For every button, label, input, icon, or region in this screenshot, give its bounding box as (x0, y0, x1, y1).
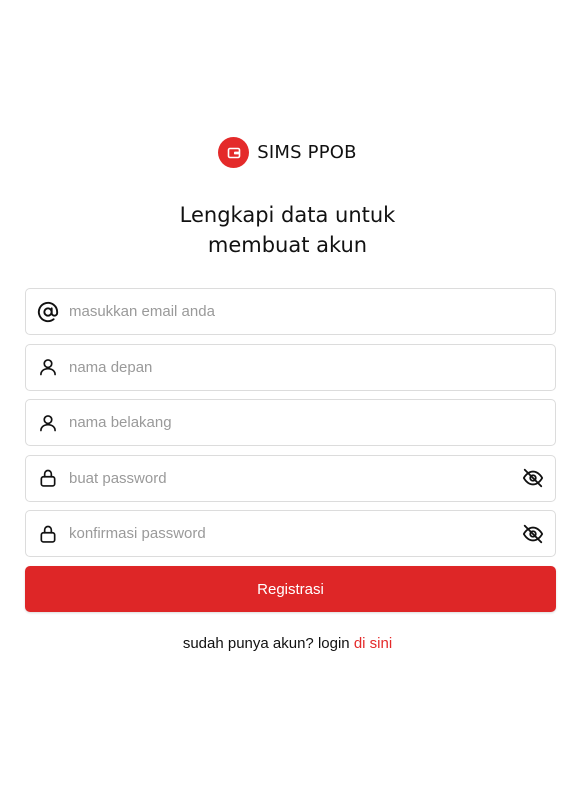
login-link[interactable]: di sini (354, 635, 392, 652)
last-name-field (25, 399, 556, 446)
first-name-input[interactable] (69, 344, 511, 390)
page-title-line-2: membuat akun (207, 233, 368, 257)
wallet-logo-icon (218, 137, 250, 168)
brand-name: SIMS PPOB (257, 142, 357, 163)
login-prompt: sudah punya akun? login di sini (0, 635, 575, 652)
email-field (25, 288, 556, 335)
first-name-field (25, 343, 556, 391)
register-button[interactable]: Registrasi (25, 566, 556, 612)
page-title-line-1: Lengkapi data untuk (179, 203, 396, 227)
login-prompt-text: sudah punya akun? login (182, 635, 354, 652)
confirm-password-input[interactable] (69, 511, 511, 556)
confirm-password-field (25, 510, 556, 557)
at-icon (37, 301, 59, 323)
user-icon (37, 356, 59, 378)
brand-header: SIMS PPOB (0, 137, 575, 168)
page-title: Lengkapi data untuk membuat akun (0, 200, 575, 260)
last-name-input[interactable] (69, 400, 511, 445)
password-field (25, 454, 556, 502)
password-input[interactable] (69, 455, 511, 501)
eye-off-icon[interactable] (521, 466, 545, 490)
registration-form (25, 288, 556, 566)
lock-icon (37, 523, 59, 545)
lock-icon (37, 467, 59, 489)
email-input[interactable] (69, 289, 511, 334)
registration-page: SIMS PPOB Lengkapi data untuk membuat ak… (0, 0, 575, 803)
eye-off-icon[interactable] (521, 522, 545, 546)
user-icon (37, 412, 59, 434)
